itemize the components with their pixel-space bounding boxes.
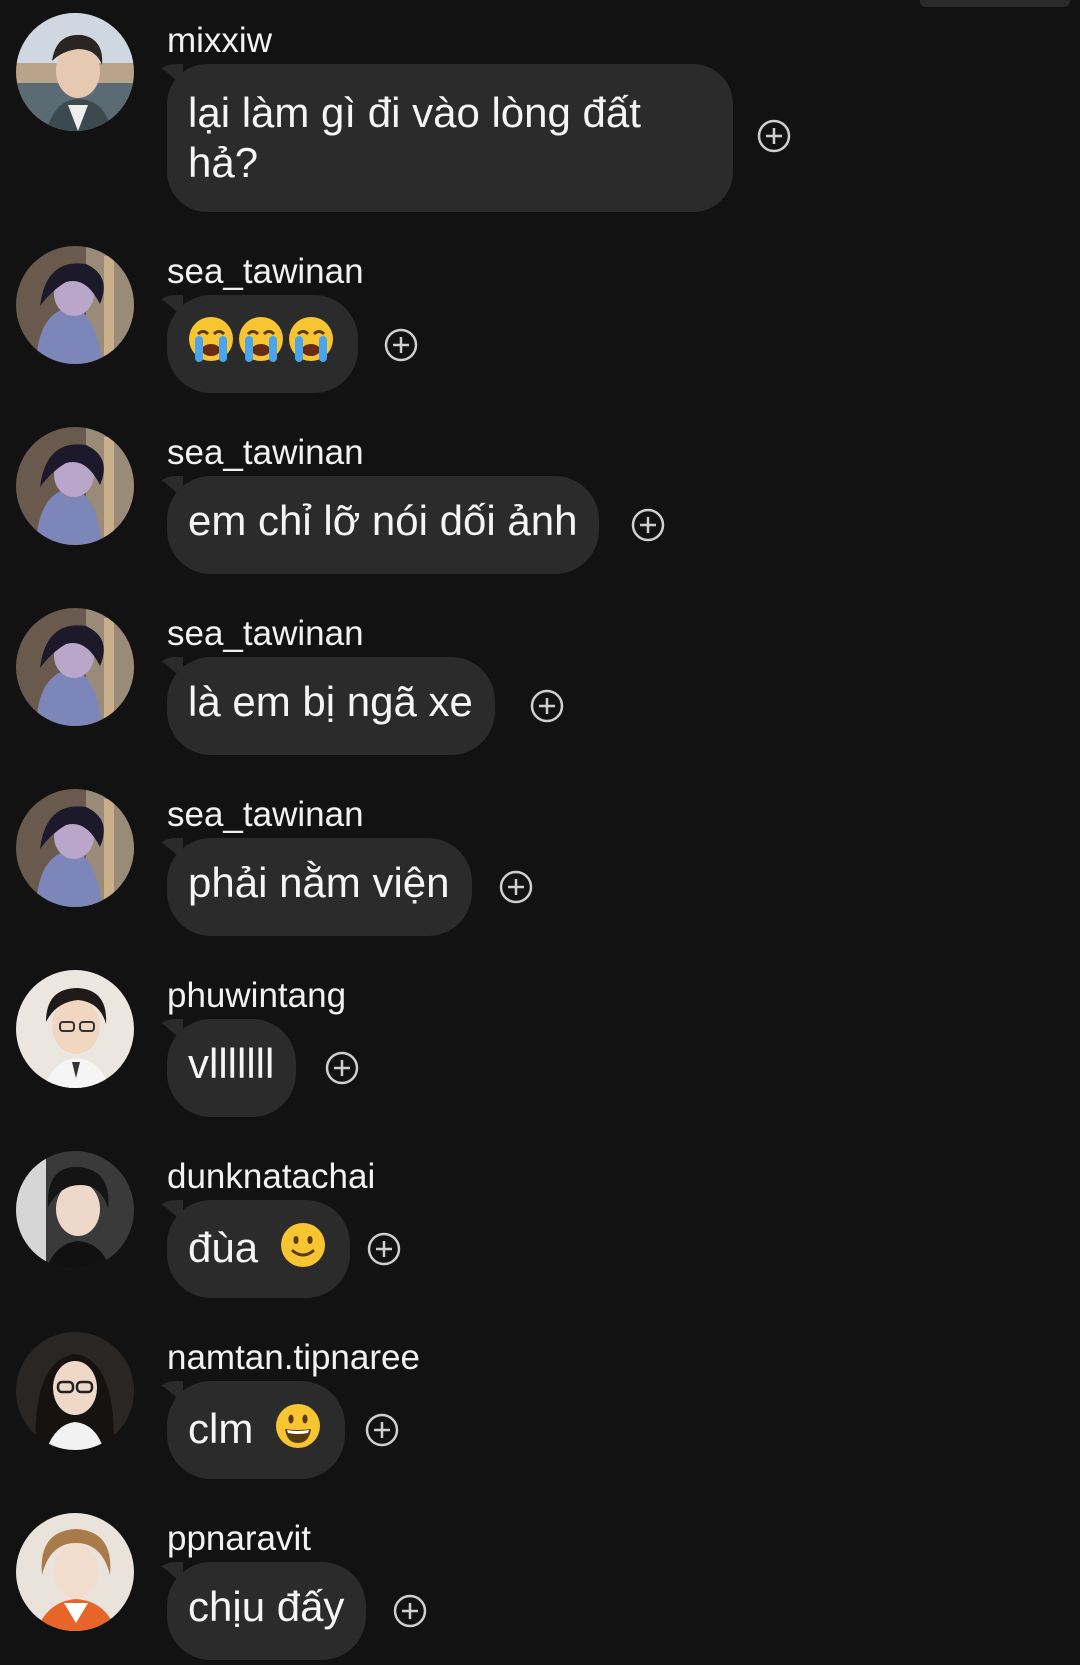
add-reaction-icon[interactable] xyxy=(530,689,564,723)
message-bubble[interactable]: vlllllll xyxy=(167,1019,297,1117)
username[interactable]: sea_tawinan xyxy=(167,613,364,655)
crying-emoji xyxy=(286,314,336,364)
message-bubble[interactable]: em chỉ lỡ nói dối ảnh xyxy=(167,476,600,574)
add-reaction-icon[interactable] xyxy=(631,508,665,542)
username[interactable]: sea_tawinan xyxy=(167,251,364,293)
top-edge-tab xyxy=(920,0,1070,7)
message-bubble[interactable]: clm xyxy=(167,1381,345,1479)
message-bubble[interactable]: đùa xyxy=(167,1200,350,1298)
avatar[interactable] xyxy=(16,608,134,726)
username[interactable]: namtan.tipnaree xyxy=(167,1337,420,1379)
username[interactable]: ppnaravit xyxy=(167,1518,311,1560)
message-text: đùa xyxy=(188,1223,259,1271)
message-text: là em bị ngã xe xyxy=(188,678,473,725)
add-reaction-icon[interactable] xyxy=(384,328,418,362)
message-bubble[interactable]: chịu đấy xyxy=(167,1562,367,1660)
crying-emoji xyxy=(186,314,236,364)
add-reaction-icon[interactable] xyxy=(365,1413,399,1447)
add-reaction-icon[interactable] xyxy=(393,1594,427,1628)
add-reaction-icon[interactable] xyxy=(367,1232,401,1266)
username[interactable]: phuwintang xyxy=(167,975,346,1017)
username[interactable]: sea_tawinan xyxy=(167,794,364,836)
add-reaction-icon[interactable] xyxy=(325,1051,359,1085)
message-text: clm xyxy=(188,1404,254,1452)
message-text: chịu đấy xyxy=(188,1583,345,1630)
avatar[interactable] xyxy=(16,1332,134,1450)
add-reaction-icon[interactable] xyxy=(757,119,791,153)
message-text: vlllllll xyxy=(188,1040,275,1087)
username[interactable]: mixxiw xyxy=(167,20,272,62)
message-bubble[interactable]: là em bị ngã xe xyxy=(167,657,495,755)
avatar[interactable] xyxy=(16,246,134,364)
avatar[interactable] xyxy=(16,970,134,1088)
avatar[interactable] xyxy=(16,13,134,131)
username[interactable]: sea_tawinan xyxy=(167,432,364,474)
message-bubble[interactable]: phải nằm viện xyxy=(167,838,472,936)
message-text: lại làm gì đi vào lòng đất hả? xyxy=(188,89,641,186)
add-reaction-icon[interactable] xyxy=(499,870,533,904)
avatar[interactable] xyxy=(16,1151,134,1269)
avatar[interactable] xyxy=(16,1513,134,1631)
avatar[interactable] xyxy=(16,427,134,545)
message-bubble[interactable] xyxy=(167,295,358,393)
avatar[interactable] xyxy=(16,789,134,907)
username[interactable]: dunknatachai xyxy=(167,1156,375,1198)
slight-smile-emoji xyxy=(278,1220,328,1270)
message-bubble[interactable]: lại làm gì đi vào lòng đất hả? xyxy=(167,64,733,212)
crying-emoji xyxy=(236,314,286,364)
message-text: em chỉ lỡ nói dối ảnh xyxy=(188,497,578,544)
message-text: phải nằm viện xyxy=(188,859,450,906)
grin-emoji xyxy=(273,1401,323,1451)
